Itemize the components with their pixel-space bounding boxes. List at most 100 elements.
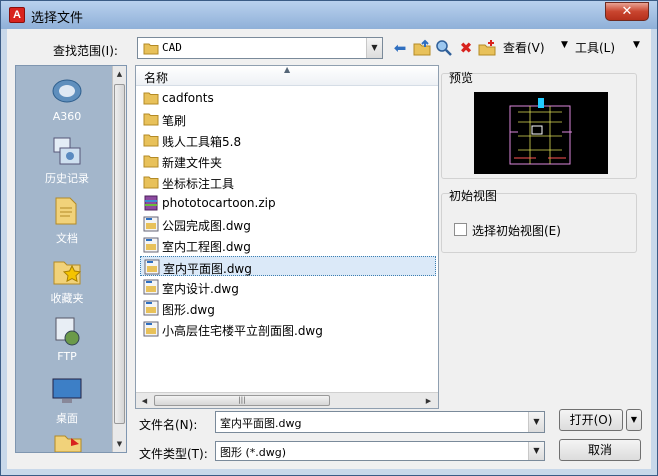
dwg-file-icon (143, 321, 159, 337)
dwg-file-icon (143, 237, 159, 253)
filename-value: 室内平面图.dwg (220, 417, 302, 430)
folder-icon (143, 176, 159, 189)
file-list-hscrollbar[interactable]: ◀ ||| ▶ (136, 392, 438, 408)
hscroll-thumb[interactable]: ||| (154, 395, 330, 406)
file-name: 公园完成图.dwg (162, 219, 251, 233)
view-menu[interactable]: 查看(V) (503, 39, 545, 56)
file-row[interactable]: 小高层住宅楼平立剖面图.dwg (140, 319, 436, 339)
lookin-combobox[interactable]: CAD ▼ (137, 37, 383, 59)
open-options-dropdown-icon[interactable]: ▼ (626, 409, 642, 431)
place-label: 桌面 (56, 412, 78, 425)
file-name: 室内平面图.dwg (163, 262, 252, 276)
file-name: 小高层住宅楼平立剖面图.dwg (162, 324, 323, 338)
delete-icon[interactable]: ✖ (457, 39, 475, 57)
dwg-file-icon (143, 300, 159, 316)
back-arrow-icon[interactable]: ⬅ (391, 39, 409, 57)
file-list: ▲ 名称 cadfonts 笔刷 贱人工具箱5.8 新建文件夹 坐标标注工具 p… (135, 65, 439, 409)
scroll-right-icon[interactable]: ▶ (422, 393, 435, 409)
initial-view-checkbox-label[interactable]: 选择初始视图(E) (472, 222, 561, 239)
dwg-file-icon (144, 259, 160, 275)
favorites-icon (53, 261, 82, 285)
place-documents[interactable]: 文档 (22, 194, 112, 246)
folder-icon (143, 113, 159, 126)
file-row[interactable]: 图形.dwg (140, 298, 436, 318)
file-row[interactable]: 坐标标注工具 (140, 172, 436, 192)
file-row[interactable]: 笔刷 (140, 109, 436, 129)
file-row[interactable]: cadfonts (140, 88, 436, 108)
file-row[interactable]: 室内工程图.dwg (140, 235, 436, 255)
filetype-select[interactable]: 图形 (*.dwg) ▼ (215, 441, 545, 461)
place-label: 历史记录 (45, 172, 89, 185)
preview-label: 预览 (449, 71, 474, 85)
tools-dropdown-icon[interactable]: ▼ (633, 40, 640, 50)
lookin-value: CAD (162, 41, 182, 54)
folder-icon (143, 43, 159, 55)
initial-view-checkbox[interactable] (454, 223, 467, 236)
scroll-down-icon[interactable]: ▼ (113, 436, 126, 452)
search-web-icon[interactable] (435, 39, 453, 57)
filetype-label: 文件类型(T): (139, 447, 208, 461)
dwg-file-icon (143, 216, 159, 232)
file-name: 坐标标注工具 (162, 177, 235, 191)
desktop-icon (52, 378, 82, 403)
preview-group (441, 73, 637, 179)
scroll-left-icon[interactable]: ◀ (138, 393, 151, 409)
places-scroll-thumb[interactable] (114, 84, 125, 424)
new-folder-icon[interactable] (478, 39, 496, 57)
file-row[interactable]: 公园完成图.dwg (140, 214, 436, 234)
ftp-icon (55, 317, 80, 346)
place-favorites[interactable]: 收藏夹 (22, 254, 112, 306)
documents-icon (55, 197, 77, 225)
file-row[interactable]: 贱人工具箱5.8 (140, 130, 436, 150)
folder-icon (143, 92, 159, 105)
place-history[interactable]: 历史记录 (22, 134, 112, 186)
chevron-down-icon[interactable]: ▼ (528, 442, 544, 460)
window-title: 选择文件 (31, 11, 84, 26)
file-name: 新建文件夹 (162, 156, 223, 170)
file-name: 室内设计.dwg (162, 282, 239, 296)
tools-menu[interactable]: 工具(L) (575, 39, 615, 56)
file-row[interactable]: 室内设计.dwg (140, 277, 436, 297)
a360-icon (52, 79, 82, 103)
filename-input[interactable]: 室内平面图.dwg ▼ (215, 411, 545, 433)
zip-archive-icon (144, 195, 158, 211)
place-ftp[interactable]: FTP (22, 314, 112, 363)
places-sidebar: A360 历史记录 文档 收藏夹 FTP 桌面 ▲ ▼ (15, 65, 127, 453)
file-name: 图形.dwg (162, 303, 215, 317)
lookin-label: 查找范围(I): (53, 44, 118, 58)
file-name: 贱人工具箱5.8 (162, 135, 242, 149)
chevron-down-icon[interactable]: ▼ (528, 412, 544, 432)
file-row[interactable]: phototocartoon.zip (140, 193, 436, 213)
open-button[interactable]: 打开(O) (559, 409, 623, 431)
place-label: A360 (52, 110, 82, 123)
file-row[interactable]: 新建文件夹 (140, 151, 436, 171)
cancel-button[interactable]: 取消 (559, 439, 641, 461)
chevron-down-icon[interactable]: ▼ (366, 38, 382, 58)
file-dialog-window: A 选择文件 ✕ 查找范围(I): CAD ▼ ⬅ ✖ 查看(V) ▼ 工具(L… (0, 0, 658, 476)
folder-icon (143, 155, 159, 168)
autocad-app-icon: A (9, 7, 25, 23)
title-bar[interactable]: A 选择文件 ✕ (1, 1, 657, 29)
scroll-up-icon[interactable]: ▲ (113, 66, 126, 82)
file-row-selected[interactable]: 室内平面图.dwg (140, 256, 436, 276)
place-a360[interactable]: A360 (22, 74, 112, 123)
place-desktop[interactable]: 桌面 (22, 374, 112, 426)
dwg-file-icon (143, 279, 159, 295)
view-dropdown-icon[interactable]: ▼ (561, 40, 568, 50)
dialog-client-area: 查找范围(I): CAD ▼ ⬅ ✖ 查看(V) ▼ 工具(L) ▼ A360 … (7, 29, 651, 469)
up-folder-icon[interactable] (413, 39, 431, 57)
filetype-value: 图形 (*.dwg) (220, 446, 287, 459)
column-name-label: 名称 (144, 71, 169, 85)
sort-ascending-icon: ▲ (284, 65, 291, 74)
file-name: 笔刷 (162, 114, 187, 128)
close-button[interactable]: ✕ (605, 2, 649, 21)
file-name: phototocartoon.zip (162, 196, 276, 210)
place-label: 收藏夹 (50, 292, 84, 305)
file-name: cadfonts (162, 91, 214, 105)
file-name: 室内工程图.dwg (162, 240, 251, 254)
places-scrollbar[interactable]: ▲ ▼ (112, 66, 126, 452)
column-header-name[interactable]: ▲ 名称 (136, 65, 438, 86)
more-places-folder-icon (54, 435, 82, 452)
initial-view-label: 初始视图 (449, 189, 498, 203)
filename-label: 文件名(N): (139, 418, 198, 432)
